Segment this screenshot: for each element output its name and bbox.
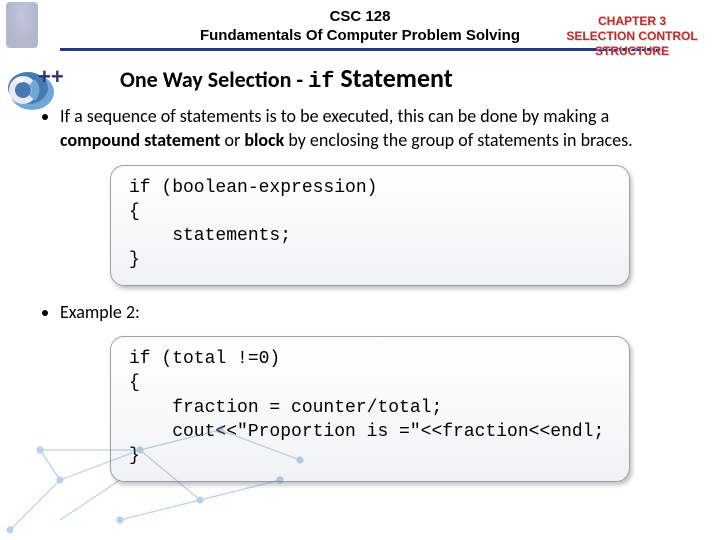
chapter-line-2: SELECTION CONTROL: [562, 29, 702, 44]
cpp-logo-icon: ++: [8, 62, 68, 112]
content-body: If a sequence of statements is to be exe…: [60, 104, 688, 482]
code-block-syntax: if (boolean-expression) { statements; }: [110, 165, 630, 286]
bullet-1-bold-2: block: [244, 129, 284, 151]
bullet-1-mid: or: [220, 129, 244, 151]
bullet-2: Example 2: if (total !=0) { fraction = c…: [60, 300, 688, 482]
chapter-label: CHAPTER 3 SELECTION CONTROL STRUCTURE: [562, 14, 702, 59]
chapter-line-1: CHAPTER 3: [562, 14, 702, 29]
svg-text:++: ++: [38, 64, 64, 89]
heading-prefix: One Way Selection -: [120, 66, 308, 93]
chapter-line-3: STRUCTURE: [562, 44, 702, 59]
section-heading: One Way Selection - if Statement: [120, 62, 720, 94]
bullet-1-text-a: If a sequence of statements is to be exe…: [60, 105, 609, 127]
bullet-1: If a sequence of statements is to be exe…: [60, 104, 688, 286]
bullet-2-label: Example 2:: [60, 301, 140, 323]
heading-keyword: if: [308, 69, 334, 94]
bullet-1-bold-1: compound statement: [60, 129, 220, 151]
bullet-1-text-b: by enclosing the group of statements in …: [284, 129, 632, 151]
heading-suffix: Statement: [335, 62, 453, 94]
code-block-example: if (total !=0) { fraction = counter/tota…: [110, 336, 630, 481]
